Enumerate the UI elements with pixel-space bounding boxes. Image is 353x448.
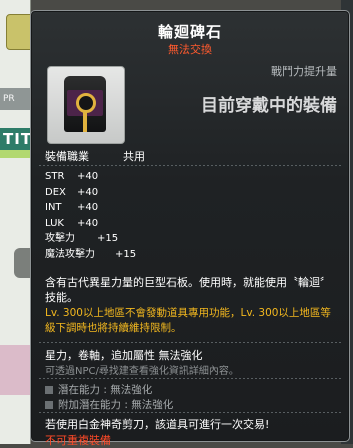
stat-row: STR +40 (45, 171, 99, 182)
bonus-potential-icon (45, 401, 53, 409)
trade-status: 無法交換 (168, 43, 212, 56)
divider (39, 378, 341, 379)
enhancement-note: 可透過NPC/尋找建查看強化資訊詳細內容。 (45, 366, 239, 377)
item-name: 輪廻碑石 (157, 23, 222, 41)
level-restriction-warning: Lv. 300以上地區不會發動道具專用功能，Lv. 300以上地區等級下調時也將… (45, 307, 331, 334)
stat-row: 魔法攻擊力 +15 (45, 248, 137, 260)
combat-power-label: 戰鬥力提升量 (271, 65, 337, 78)
job-label: 裝備職業 (45, 150, 89, 163)
reincarnation-stone-icon (64, 76, 106, 132)
divider (39, 412, 341, 413)
combat-power-value: 目前穿戴中的裝備 (201, 96, 337, 116)
stat-row: DEX +40 (45, 186, 99, 198)
divider (39, 342, 341, 343)
item-image-frame (47, 66, 125, 144)
stat-row: 攻擊力 +15 (45, 233, 119, 244)
stat-row: INT +40 (45, 202, 99, 213)
background-progress-bar (0, 150, 30, 158)
stat-row: LUK +40 (45, 217, 99, 229)
enhancement-status: 星力，卷軸，追加屬性 無法強化 (45, 349, 203, 362)
scissors-note: 若使用白金神奇剪刀，該道具可進行一次交易! (45, 418, 270, 431)
background-decoration (0, 345, 30, 395)
job-value: 共用 (123, 150, 145, 163)
divider (39, 165, 341, 166)
job-row: 裝備職業 共用 (45, 148, 145, 164)
potential-row: 潛在能力 : 無法強化 (45, 382, 152, 397)
potential-icon (45, 386, 53, 394)
item-description: 含有古代異星力量的巨型石板。使用時，就能使用〝輪迴〞技能。 (45, 276, 331, 304)
stats-list: STR +40 DEX +40 INT +40 LUK +40 攻擊力 +15 魔法攻擊力… (45, 169, 136, 262)
bonus-potential-row: 附加潛在能力 : 無法強化 (45, 397, 173, 412)
item-tooltip: 輪廻碑石 無法交換 戰鬥力提升量 目前穿戴中的裝備 裝備職業 共用 STR +40 … (30, 10, 350, 447)
unique-equip-note: 不可重複裝備 (45, 434, 111, 447)
